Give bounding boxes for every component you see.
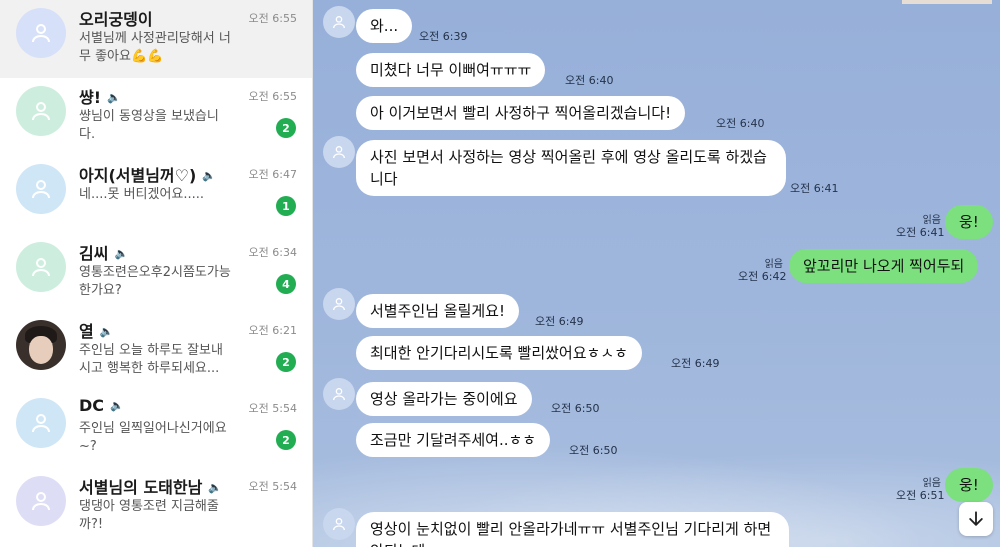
chat-name: DC 🔈 bbox=[79, 396, 124, 415]
last-message-time: 오전 6:21 bbox=[248, 324, 297, 337]
chat-room: 와... 오전 6:39 미쳤다 너무 이뻐여ㅠㅠㅠ 오전 6:40 아 이거보… bbox=[313, 0, 1000, 547]
message-bubble[interactable]: 아 이거보면서 빨리 사정하구 찍어올리겠습니다! bbox=[356, 96, 686, 130]
chat-list-item[interactable]: 아지(서별님꺼♡) 🔈 네....못 버티겠어요..... 오전 6:47 1 bbox=[0, 156, 312, 234]
message-bubble[interactable]: 와... bbox=[356, 9, 413, 43]
previous-media-edge bbox=[902, 0, 992, 4]
chat-list: 오리궁뎅이서별님께 사정관리당해서 너무 좋아요💪💪 오전 6:55 썅! 🔈 썅님이 … bbox=[0, 0, 313, 547]
user-silhouette-icon bbox=[333, 146, 345, 159]
user-silhouette-icon bbox=[32, 24, 50, 43]
message-bubble[interactable]: 조금만 기달려주세여..ㅎㅎ bbox=[356, 423, 551, 457]
chat-name: 오리궁뎅이 bbox=[79, 10, 153, 29]
my-message-bubble[interactable]: 웅! bbox=[945, 205, 993, 239]
default-avatar[interactable] bbox=[16, 476, 66, 526]
message-bubble[interactable]: 서별주인님 올릴게요! bbox=[356, 294, 519, 328]
chat-list-item[interactable]: 썅! 🔈 썅님이 동영상을 보냈습니다. 오전 6:55 2 bbox=[0, 78, 312, 156]
message-time: 오전 6:39 bbox=[419, 30, 468, 43]
default-avatar[interactable] bbox=[16, 8, 66, 58]
unread-count-badge: 1 bbox=[276, 196, 296, 216]
mute-icon: 🔈 bbox=[208, 481, 223, 494]
my-message-bubble[interactable]: 웅! bbox=[945, 468, 993, 502]
message-time: 오전 6:50 bbox=[569, 444, 618, 457]
arrow-down-icon bbox=[969, 511, 983, 526]
chat-list-item[interactable]: 김씨 🔈 영통조련은오후2시쯤도가능한가요? 오전 6:34 4 bbox=[0, 234, 312, 312]
message-bubble[interactable]: 영상 올라가는 중이에요 bbox=[356, 382, 532, 416]
unread-count-badge: 4 bbox=[276, 274, 296, 294]
chat-name: 김씨 🔈 bbox=[79, 244, 129, 263]
message-time: 오전 6:49 bbox=[535, 315, 584, 328]
chat-list-item[interactable]: 서별님의 도태한남 🔈 댕댕아 영통조련 지금해줄까?! 오전 5:54 bbox=[0, 468, 312, 546]
message-bubble[interactable]: 사진 보면서 사정하는 영상 찍어올린 후에 영상 올리도록 하겠습니다 bbox=[356, 140, 786, 196]
message-time: 오전 6:40 bbox=[565, 74, 614, 87]
last-message-preview: 썅님이 동영상을 보냈습니다. bbox=[79, 109, 219, 142]
last-message-preview: 댕댕아 영통조련 지금해줄까?! bbox=[79, 499, 219, 532]
sender-avatar[interactable] bbox=[323, 6, 355, 38]
user-silhouette-icon bbox=[32, 492, 50, 511]
mute-icon: 🔈 bbox=[110, 399, 124, 412]
sender-avatar[interactable] bbox=[323, 136, 355, 168]
sender-avatar[interactable] bbox=[323, 378, 355, 410]
user-silhouette-icon bbox=[32, 180, 50, 199]
message-bubble[interactable]: 미쳤다 너무 이뻐여ㅠㅠㅠ bbox=[356, 53, 546, 87]
default-avatar[interactable] bbox=[16, 86, 66, 136]
message-bubble[interactable]: 영상이 눈치없이 빨리 안올라가네ㅠㅠ 서별주인님 기다리게 하면 안되는데 bbox=[356, 512, 789, 547]
last-message-preview: 영통조련은오후2시쯤도가능한가요? bbox=[79, 265, 231, 298]
scroll-to-bottom-button[interactable] bbox=[959, 502, 993, 536]
last-message-preview: 주인님 오늘 하루도 잘보내시고 행복한 하루되세요... bbox=[79, 343, 223, 376]
user-silhouette-icon bbox=[32, 102, 50, 121]
last-message-time: 오전 6:55 bbox=[248, 12, 297, 25]
sender-avatar[interactable] bbox=[323, 508, 355, 540]
user-silhouette-icon bbox=[32, 414, 50, 433]
message-bubble[interactable]: 최대한 안기다리시도록 빨리쌌어요ㅎㅅㅎ bbox=[356, 336, 642, 370]
chat-list-item[interactable]: 오리궁뎅이서별님께 사정관리당해서 너무 좋아요💪💪 오전 6:55 bbox=[0, 0, 312, 78]
message-time: 오전 6:40 bbox=[716, 117, 765, 130]
sender-avatar[interactable] bbox=[323, 288, 355, 320]
mute-icon: 🔈 bbox=[99, 325, 114, 338]
mute-icon: 🔈 bbox=[107, 91, 121, 104]
message-time: 오전 6:41 bbox=[790, 182, 839, 195]
default-avatar[interactable] bbox=[16, 242, 66, 292]
default-avatar[interactable] bbox=[16, 398, 66, 448]
last-message-time: 오전 6:34 bbox=[248, 246, 297, 259]
default-avatar[interactable] bbox=[16, 164, 66, 214]
unread-count-badge: 2 bbox=[276, 118, 296, 138]
chat-list-item[interactable]: 열 🔈 주인님 오늘 하루도 잘보내시고 행복한 하루되세요... 오전 6:21 2 bbox=[0, 312, 312, 390]
user-silhouette-icon bbox=[333, 518, 345, 531]
last-message-time: 오전 5:54 bbox=[248, 480, 297, 493]
last-message-time: 오전 6:47 bbox=[248, 168, 297, 181]
mute-icon: 🔈 bbox=[202, 169, 216, 182]
user-silhouette-icon bbox=[333, 388, 345, 401]
chat-list-item[interactable]: DC 🔈 주인님 일찍일어나신거에요~? 오전 5:54 2 bbox=[0, 390, 312, 468]
last-message-preview: 주인님 일찍일어나신거에요~? bbox=[79, 421, 227, 454]
chat-name: 서별님의 도태한남 🔈 bbox=[79, 478, 223, 497]
chat-name: 열 🔈 bbox=[79, 322, 114, 341]
my-message-bubble[interactable]: 앞꼬리만 나오게 찍어두되 bbox=[789, 249, 979, 283]
last-message-preview: 서별님께 사정관리당해서 너무 좋아요💪💪 bbox=[79, 31, 231, 64]
message-time: 오전 6:51 bbox=[896, 489, 945, 502]
user-silhouette-icon bbox=[32, 258, 50, 277]
unread-count-badge: 2 bbox=[276, 352, 296, 372]
user-silhouette-icon bbox=[333, 16, 345, 29]
profile-photo[interactable] bbox=[16, 320, 66, 370]
last-message-time: 오전 6:55 bbox=[248, 90, 297, 103]
message-time: 오전 6:49 bbox=[671, 357, 720, 370]
user-silhouette-icon bbox=[333, 298, 345, 311]
message-time: 오전 6:42 bbox=[738, 270, 787, 283]
last-message-time: 오전 5:54 bbox=[248, 402, 297, 415]
mute-icon: 🔈 bbox=[114, 247, 129, 260]
message-time: 오전 6:41 bbox=[896, 226, 945, 239]
chat-name: 아지(서별님꺼♡) 🔈 bbox=[79, 166, 216, 185]
unread-count-badge: 2 bbox=[276, 430, 296, 450]
chat-name: 썅! 🔈 bbox=[79, 88, 121, 107]
message-time: 오전 6:50 bbox=[551, 402, 600, 415]
last-message-preview: 네....못 버티겠어요..... bbox=[79, 187, 205, 202]
